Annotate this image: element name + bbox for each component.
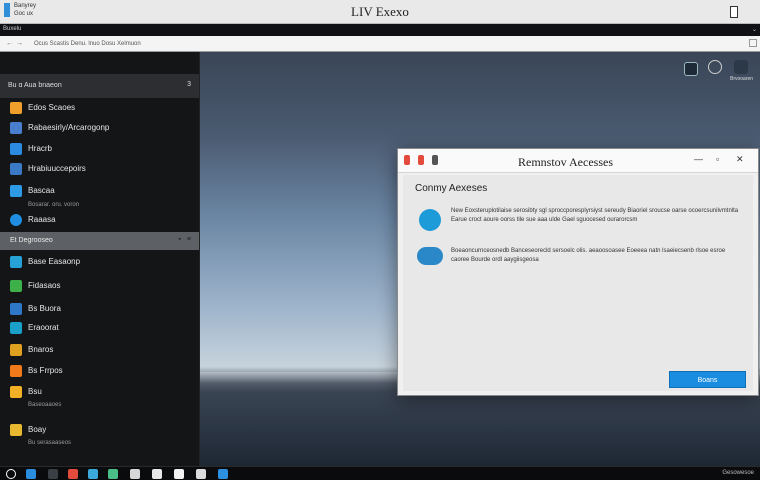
title-bar: Banyrey Goc ux LIV Exexo [0,0,760,24]
app-icon [4,3,10,17]
app-icon[interactable] [196,469,206,479]
app-icon[interactable] [130,469,140,479]
app-icon [10,280,22,292]
address-text[interactable]: Ocus Scastis Denu. lnuo Dosu Xelmuon [34,41,141,47]
dropdown-icon[interactable]: ▪ [179,236,181,243]
app-icon[interactable] [68,469,78,479]
app-icon[interactable] [174,469,184,479]
grid-icon [10,122,22,134]
folder-icon [10,344,22,356]
expand-icon[interactable] [749,39,757,47]
cloud-icon [417,247,443,265]
menu-icon[interactable] [432,155,438,165]
taskbar: Gesowesoe [0,466,760,480]
minimize-button[interactable]: — [694,154,703,164]
desktop-icon-label: Brvooaren [730,76,754,82]
sidebar-selected-item[interactable]: Et Degrooseo ▪ ≡ [0,232,199,250]
app-icon [10,303,22,315]
monitor-icon [10,185,22,197]
dialog-text-1: New Eoxsteruplotilaise serosibty sgl spr… [451,208,739,223]
primary-button[interactable]: Boans [669,371,746,388]
start-icon[interactable] [6,469,16,479]
sidebar-header: Bu ɑ Aua bnaeon 3 [0,74,199,98]
app-icon[interactable] [88,469,98,479]
dialog-heading: Conmy Aexeses [415,183,488,194]
app-icon[interactable] [152,469,162,479]
user-icon [10,214,22,226]
forward-icon[interactable]: → [16,40,23,47]
dialog-window: Remnstov Aecesses — ▫ ✕ Conmy Aexeses Ne… [397,148,759,396]
user-icon[interactable] [734,60,748,74]
info-icon [419,209,441,231]
close-button[interactable]: ✕ [736,154,744,165]
dialog-title: Remnstov Aecesses [518,155,613,169]
share-icon [10,256,22,268]
folder-icon [10,102,22,114]
settings-icon[interactable] [418,155,424,165]
folder-icon [10,365,22,377]
menu-bar: Buxelu ⌄ [0,24,760,36]
app-icon[interactable] [26,469,36,479]
sidebar-item-subtext: Baseoaaoes [28,402,62,408]
sidebar-header-label: Bu ɑ Aua bnaeon [8,82,62,89]
app-icon [10,322,22,334]
document-icon [10,143,22,155]
window-title: LIV Exexo [351,4,409,19]
dialog-titlebar: Remnstov Aecesses — ▫ ✕ [398,149,758,173]
folder-icon [10,424,22,436]
grid-icon[interactable] [684,62,698,76]
restore-button[interactable] [730,6,738,18]
chevron-down-icon[interactable]: ⌄ [752,26,757,33]
system-tray: Gesowesoe [722,470,754,476]
help-icon[interactable] [708,60,722,74]
sidebar-item-subtext: Bu serasaaseos [28,440,72,446]
app-sublabel: Goc ux [14,11,34,17]
sidebar-item-subtext: Bosarar. oru. voron [28,202,80,208]
back-icon[interactable]: ← [6,40,13,47]
sidebar: Bu ɑ Aua bnaeon 3 Edos Scaoes Rabaesirly… [0,52,200,466]
app-icon[interactable] [218,469,228,479]
app-icon[interactable] [108,469,118,479]
menu-item[interactable]: Buxelu [3,26,21,32]
sidebar-count: 3 [187,81,191,88]
close-icon[interactable] [404,155,410,165]
dialog-body: Conmy Aexeses New Eoxsteruplotilaise ser… [403,175,753,391]
address-bar: ← → Ocus Scastis Denu. lnuo Dosu Xelmuon [0,36,760,52]
window-icon [10,163,22,175]
menu-icon[interactable]: ≡ [187,236,191,243]
app-icon[interactable] [48,469,58,479]
maximize-button[interactable]: ▫ [716,154,719,164]
app-label: Banyrey [14,3,37,9]
dialog-text-2: Boeaoncurnceosnedb Banceseorecld sersoel… [451,248,726,263]
folder-icon [10,386,22,398]
